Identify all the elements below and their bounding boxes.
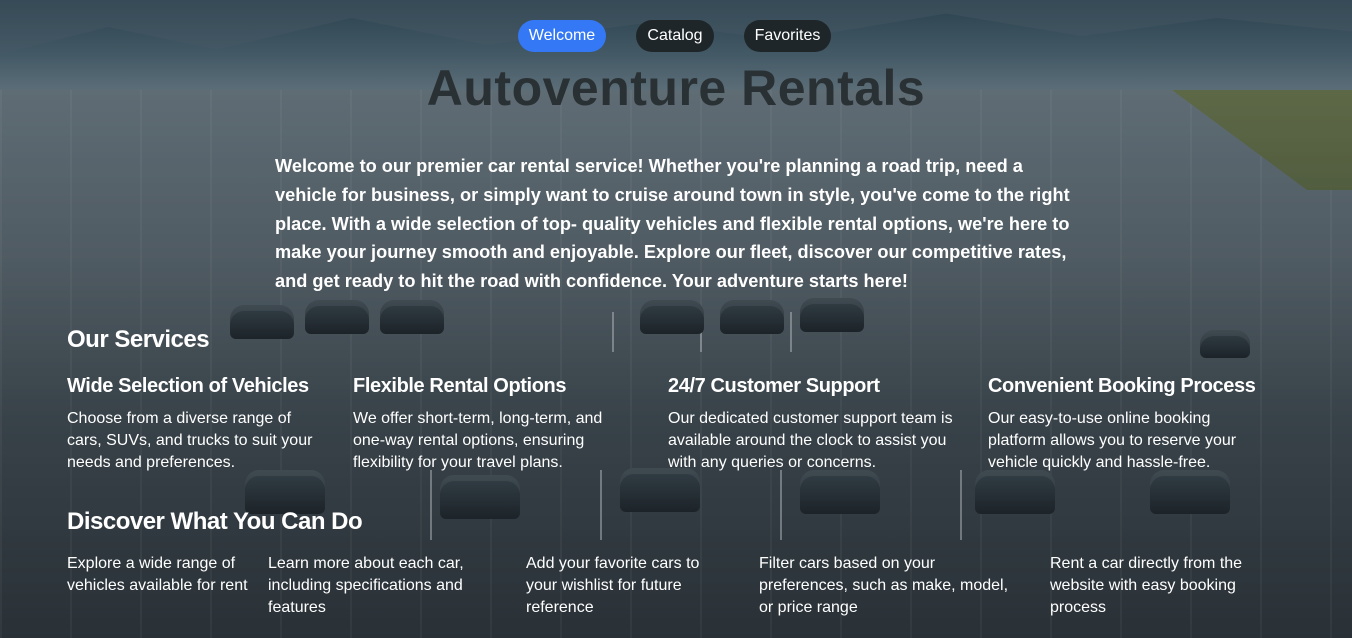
services-heading: Our Services <box>67 326 210 353</box>
service-title: Wide Selection of Vehicles <box>67 375 309 397</box>
service-card-flexible: Flexible Rental Options We offer short-t… <box>353 374 628 474</box>
service-text: Our easy-to-use online booking platform … <box>988 410 1237 471</box>
feature-filter: Filter cars based on your preferences, s… <box>759 555 1009 616</box>
feature-learn: Learn more about each car, including spe… <box>268 555 464 616</box>
nav-welcome-button[interactable]: Welcome <box>518 20 606 52</box>
service-card-selection: Wide Selection of Vehicles Choose from a… <box>67 374 327 474</box>
intro-paragraph: Welcome to our premier car rental servic… <box>275 156 1070 292</box>
nav-catalog-button[interactable]: Catalog <box>636 20 714 52</box>
service-title: Convenient Booking Process <box>988 375 1256 397</box>
feature-rent: Rent a car directly from the website wit… <box>1050 555 1243 616</box>
service-card-booking: Convenient Booking Process Our easy-to-u… <box>988 374 1263 474</box>
service-text: Choose from a diverse range of cars, SUV… <box>67 410 313 471</box>
feature-explore: Explore a wide range of vehicles availab… <box>67 555 248 594</box>
service-title: Flexible Rental Options <box>353 375 567 397</box>
service-card-support: 24/7 Customer Support Our dedicated cust… <box>668 374 973 474</box>
service-text: We offer short-term, long-term, and one-… <box>353 410 603 471</box>
service-text: Our dedicated customer support team is a… <box>668 410 953 471</box>
nav-favorites-button[interactable]: Favorites <box>744 20 831 52</box>
service-title: 24/7 Customer Support <box>668 375 880 397</box>
discover-heading: Discover What You Can Do <box>67 508 363 535</box>
feature-wishlist: Add your favorite cars to your wishlist … <box>526 555 700 616</box>
page-title: Autoventure Rentals <box>426 60 926 116</box>
top-nav: Welcome Catalog Favorites <box>0 20 1352 52</box>
